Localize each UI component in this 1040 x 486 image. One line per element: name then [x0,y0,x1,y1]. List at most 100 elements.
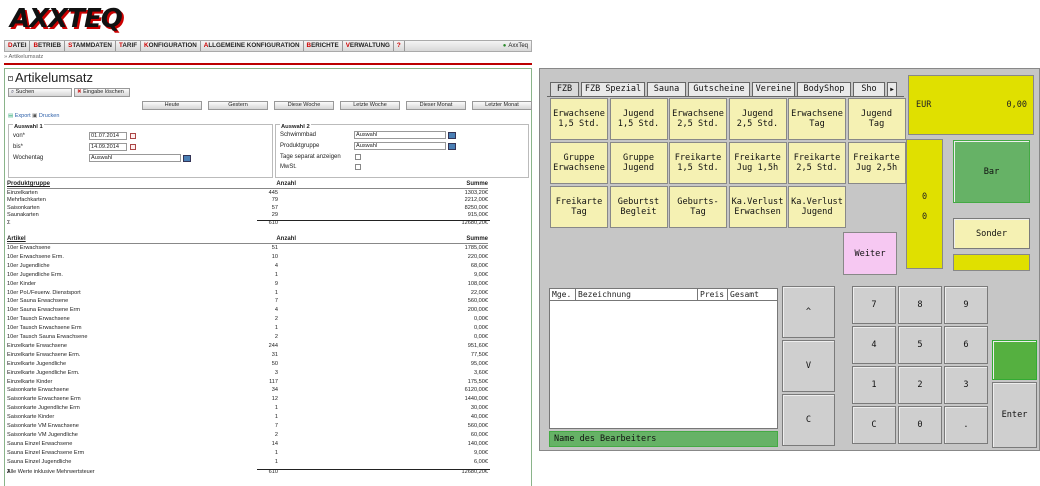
menu-label: ERICHTE [311,42,339,49]
enter-button[interactable]: Enter [992,382,1037,448]
menu-item[interactable]: ? [394,41,405,51]
table-cell: 445 [268,190,278,196]
menu-item[interactable]: STAMMDATEN [65,41,116,51]
quick-range-button[interactable]: Dieser Monat [406,101,466,110]
quick-range-button[interactable]: Letzte Woche [340,101,400,110]
product-button[interactable]: Jugend 2,5 Std. [728,98,787,140]
weiter-button[interactable]: Weiter [843,232,897,275]
menu-item[interactable]: DATEI [5,41,31,51]
keypad-key[interactable]: 7 [852,286,896,324]
table-cell: 1 [274,325,278,332]
pool-select[interactable]: Auswahl [354,131,446,139]
menu-item[interactable]: TARIF [116,41,142,51]
menu-item[interactable]: BETRIEB [30,41,66,51]
menu-item[interactable]: BERICHTE [304,41,343,51]
tab-fzb[interactable]: FZB [550,82,579,97]
product-button[interactable]: Erwachsene Tag [788,98,846,140]
tab-bodyshop[interactable]: BodyShop [797,82,851,97]
separate-days-checkbox[interactable] [355,154,361,160]
table-row: 10er Tausch Erwachsene Erm 1 0,00€ [7,325,488,332]
keypad-key[interactable]: 2 [898,366,942,404]
keypad-key[interactable]: 1 [852,366,896,404]
table-cell: 57 [271,204,278,211]
green-function-button[interactable] [992,340,1037,380]
search-button[interactable]: ⌕ Suchen [8,88,72,97]
product-button[interactable]: Jugend 1,5 Std. [609,98,668,140]
menu-item[interactable]: KONFIGURATION [141,41,201,51]
keypad-key[interactable]: 4 [852,326,896,364]
product-button[interactable]: Freikarte 2,5 Std. [788,142,846,184]
product-button[interactable]: Geburtst Begleit [609,186,668,228]
product-button[interactable]: Jugend Tag [847,98,906,140]
menu-item[interactable]: ALLGEMEINE KONFIGURATION [201,41,304,51]
user-area[interactable]: ● AxxTeq [503,43,531,49]
tab-sho[interactable]: Sho [853,82,885,97]
product-label: Freikarte 2,5 Std. [793,153,841,173]
keypad-key[interactable]: . [944,406,988,444]
keypad-key[interactable]: 8 [898,286,942,324]
vat-checkbox[interactable] [355,164,361,170]
bar-button[interactable]: Bar [953,140,1030,203]
amount-value: 0,00 [1006,100,1027,110]
table-cell: Einzelkarte Kinder [7,378,53,385]
select-dropdown-icon[interactable] [448,132,456,139]
product-button[interactable]: Gruppe Erwachsene [550,142,608,184]
select-dropdown-icon[interactable] [183,155,191,162]
table-cell: 117 [269,378,278,385]
keypad-key[interactable]: 5 [898,326,942,364]
product-button[interactable]: Gruppe Jugend [609,142,668,184]
product-button[interactable]: Freikarte Tag [550,186,608,228]
product-group-select[interactable]: Auswahl [354,142,446,150]
tab-vereine[interactable]: Vereine [752,82,795,97]
table-cell: 22,00€ [470,289,488,296]
clear-input-button[interactable]: ✖ Eingabe löschen [74,88,130,97]
calendar-icon[interactable] [130,144,136,150]
product-button[interactable]: Freikarte 1,5 Std. [669,142,727,184]
collapse-icon[interactable]: - [8,76,13,81]
print-icon: ▣ [32,113,38,119]
scroll-down-button[interactable]: V [782,340,835,392]
calendar-icon[interactable] [130,133,136,139]
table-row: Sauna Einzel Erwachsene Erm 1 9,00€ [7,450,488,457]
table-cell: Sauna Einzel Erwachsene [7,440,73,447]
tab-fzb-spezial[interactable]: FZB Spezial [581,82,645,97]
product-button[interactable]: Ka.Verlust Jugend [788,186,846,228]
keypad-key[interactable]: 0 [898,406,942,444]
table-cell: Saisonkarten [7,204,40,211]
table-row: Mehrfachkarten 79 2212,00€ [7,197,488,204]
col-total: Gesamt [730,290,759,299]
tab-next-arrow-icon[interactable]: ▶ [887,82,897,97]
product-button[interactable]: Ka.Verlust Erwachsen [728,186,787,228]
tab-sauna[interactable]: Sauna [647,82,686,97]
keypad-key[interactable]: C [852,406,896,444]
product-button[interactable]: Erwachsene 2,5 Std. [669,98,727,140]
quick-range-button[interactable]: Diese Woche [274,101,334,110]
quick-range-button[interactable]: Letzter Monat [472,101,532,110]
breadcrumb: » Artikelumsatz [4,54,44,60]
table-row: Sauna Einzel Jugendliche 1 6,00€ [7,459,488,466]
export-link[interactable]: Export [15,113,31,119]
product-button[interactable]: Freikarte Jug 2,5h [847,142,906,184]
product-button[interactable]: Geburts- Tag [669,186,727,228]
keypad-key[interactable]: 3 [944,366,988,404]
tab-gutscheine[interactable]: Gutscheine [688,82,750,97]
product-button[interactable]: Freikarte Jug 1,5h [728,142,787,184]
quick-range-button[interactable]: Gestern [208,101,268,110]
from-date-input[interactable]: 01.07.2014 [89,132,127,140]
receipt-list[interactable]: Mge. Bezeichnung Preis Gesamt [549,288,778,429]
product-label: Jugend 2,5 Std. [736,109,779,129]
scroll-up-button[interactable]: ^ [782,286,835,338]
keypad-key[interactable]: 6 [944,326,988,364]
table-row: Saunakarten 29 915,00€ [7,212,488,219]
menu-item[interactable]: VERWALTUNG [343,41,394,51]
select-dropdown-icon[interactable] [448,143,456,150]
table-cell: 1440,00€ [464,396,488,403]
print-link[interactable]: Drucken [39,113,59,119]
clear-button[interactable]: C [782,394,835,446]
sonder-button[interactable]: Sonder [953,218,1030,249]
product-button[interactable]: Erwachsene 1,5 Std. [550,98,608,140]
weekday-select[interactable]: Auswahl [89,154,181,162]
keypad-key[interactable]: 9 [944,286,988,324]
to-date-input[interactable]: 14.09.2014 [89,143,127,151]
quick-range-button[interactable]: Heute [142,101,202,110]
